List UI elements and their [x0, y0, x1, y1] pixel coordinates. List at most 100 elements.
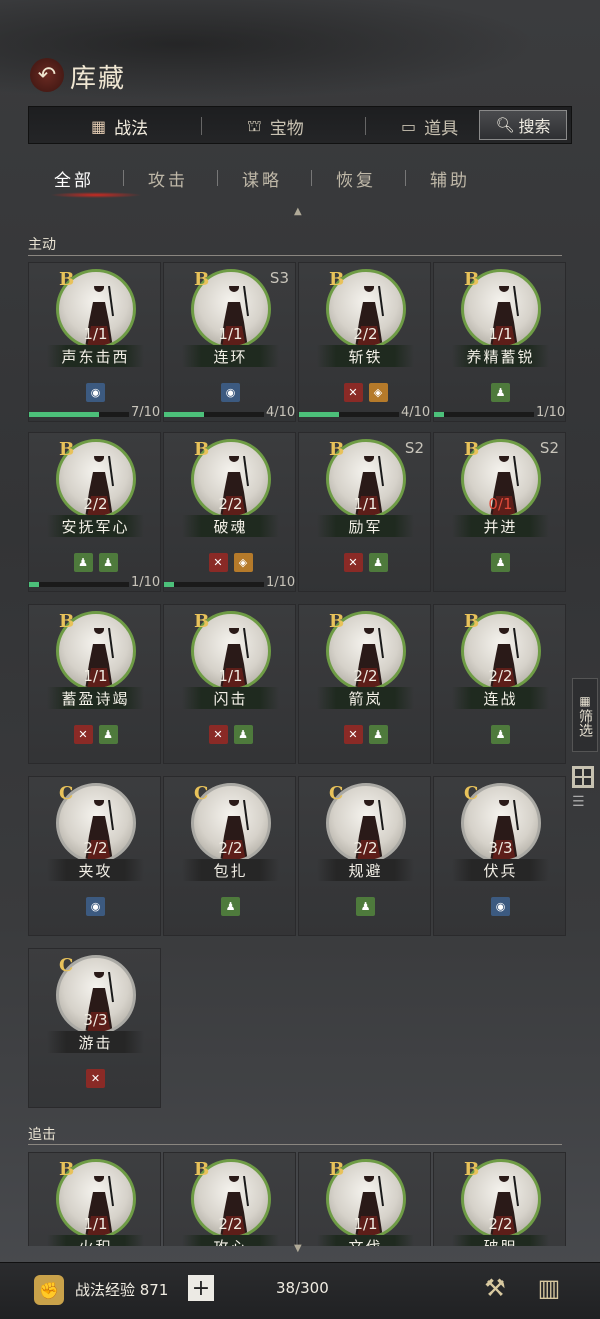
tactic-count: 2/2 — [353, 325, 378, 343]
tactics-list[interactable]: 主动 B 1/1 声东击西 ◉ 7/10 B S3 1/1 连环 ◉ 4/10 B … — [0, 222, 600, 1246]
tactic-count: 2/2 — [218, 839, 243, 857]
exp-label: 战法经验 871 — [75, 1281, 169, 1299]
tactic-name: 包扎 — [182, 859, 279, 881]
grade-badge: B — [59, 269, 75, 290]
progress-text: 1/10 — [131, 575, 161, 590]
grade-badge: B — [329, 269, 345, 290]
grade-badge: B — [464, 269, 480, 290]
tactic-card[interactable]: B 1/1 养精蓄锐 ♟ 1/10 — [433, 262, 566, 422]
tactic-card[interactable]: B S2 1/1 励军 ✕ ♟ — [298, 432, 431, 592]
tactic-card[interactable]: B S3 1/1 连环 ◉ 4/10 — [163, 262, 296, 422]
capacity-count: 38/300 — [276, 1279, 329, 1297]
season-label: S2 — [539, 439, 559, 457]
tactic-card[interactable]: B 1/1 蓄盈诗竭 ✕ ♟ — [28, 604, 161, 764]
progress-fill — [29, 412, 99, 417]
search-button[interactable]: 🔍︎ 搜索 — [479, 110, 567, 140]
tactic-name: 攻心 — [182, 1235, 279, 1246]
tactic-tags: ♟ — [164, 897, 297, 916]
tab-tactics[interactable]: ▦ 战法 — [91, 107, 148, 145]
search-label: 搜索 — [518, 117, 551, 136]
storage-icon[interactable]: ▥ — [532, 1271, 566, 1305]
tactic-count: 1/1 — [353, 495, 378, 513]
tactic-card[interactable]: C 2/2 规避 ♟ — [298, 776, 431, 936]
footer-bar: ✊ 战法经验 871 + 38/300 ⚒ ▥ — [0, 1262, 600, 1319]
tactic-tags: ◉ — [29, 383, 162, 402]
tab-treasure[interactable]: ⛫ 宝物 — [247, 107, 304, 145]
atk-tag-icon: ✕ — [343, 553, 363, 572]
grid-view-icon[interactable] — [572, 766, 594, 788]
progress-text: 4/10 — [401, 405, 431, 420]
side-panel: ▦ 筛选 ☰ — [572, 678, 598, 810]
subtab-divider — [405, 170, 406, 186]
tactic-tags: ♟ — [299, 897, 432, 916]
tactic-name: 闪击 — [182, 687, 279, 709]
green-tag-icon: ♟ — [491, 383, 510, 402]
tactic-tags: ♟ — [434, 725, 567, 744]
tactic-name: 火积 — [47, 1235, 144, 1246]
tactic-tags: ✕ ♟ — [299, 725, 432, 744]
tactic-card[interactable]: C 2/2 夹攻 ◉ — [28, 776, 161, 936]
tactic-card[interactable]: C 2/2 包扎 ♟ — [163, 776, 296, 936]
filter-button[interactable]: ▦ 筛选 — [572, 678, 598, 752]
atk-tag-icon: ✕ — [208, 553, 228, 572]
tactic-name: 声东击西 — [47, 345, 144, 367]
subtab-all[interactable]: 全部 — [54, 166, 94, 191]
tactic-card[interactable]: C 3/3 伏兵 ◉ — [433, 776, 566, 936]
tactic-card[interactable]: B 2/2 箭岚 ✕ ♟ — [298, 604, 431, 764]
tactic-count: 2/2 — [488, 1215, 513, 1233]
atk-tag-icon: ✕ — [208, 725, 228, 744]
progress-fill — [164, 582, 174, 587]
subtab-assist[interactable]: 辅助 — [430, 166, 470, 191]
grade-badge: B — [194, 269, 210, 290]
scroll-icon: ▦ — [91, 116, 107, 136]
progress-text: 1/10 — [536, 405, 566, 420]
tactic-card[interactable]: B S2 0/1 并进 ♟ — [433, 432, 566, 592]
tab-label: 宝物 — [269, 118, 304, 139]
blue-tag-icon: ◉ — [86, 897, 105, 916]
add-exp-button[interactable]: + — [188, 1275, 214, 1301]
tactic-card[interactable]: B 2/2 连战 ♟ — [433, 604, 566, 764]
grade-badge: B — [464, 439, 480, 460]
active-underline — [50, 192, 142, 198]
scroll-down-icon[interactable]: ▼ — [294, 1243, 302, 1254]
subtab-recover[interactable]: 恢复 — [336, 166, 376, 191]
tactic-count: 1/1 — [83, 1215, 108, 1233]
convert-icon[interactable]: ⚒ — [478, 1271, 512, 1305]
tactic-card[interactable]: B 2/2 破魂 ✕ ◈ 1/10 — [163, 432, 296, 592]
grade-badge: C — [464, 783, 479, 804]
tactic-card[interactable]: B 1/1 文伐 — [298, 1152, 431, 1246]
tactic-card[interactable]: B 2/2 斩铁 ✕ ◈ 4/10 — [298, 262, 431, 422]
section-label-pursuit: 追击 — [28, 1127, 56, 1143]
scroll-up-icon[interactable]: ▲ — [294, 206, 302, 217]
tactic-name: 箭岚 — [317, 687, 414, 709]
tactic-tags: ✕ ♟ — [29, 725, 162, 744]
grade-badge: B — [194, 1159, 210, 1180]
back-button[interactable]: ↶ — [30, 58, 64, 92]
tactic-card[interactable]: B 1/1 闪击 ✕ ♟ — [163, 604, 296, 764]
progress-fill — [434, 412, 444, 417]
grade-badge: C — [59, 955, 74, 976]
list-view-icon[interactable]: ☰ — [572, 794, 592, 810]
header: ↶ 库藏 — [0, 52, 600, 100]
tactic-card[interactable]: C 3/3 游击 ✕ — [28, 948, 161, 1108]
tab-divider — [201, 117, 202, 135]
tactic-name: 连战 — [452, 687, 549, 709]
tactic-card[interactable]: B 1/1 声东击西 ◉ 7/10 — [28, 262, 161, 422]
tactic-card[interactable]: B 2/2 安抚军心 ♟ ♟ 1/10 — [28, 432, 161, 592]
tactic-name: 连环 — [182, 345, 279, 367]
tactic-card[interactable]: B 1/1 火积 — [28, 1152, 161, 1246]
subtab-attack[interactable]: 攻击 — [148, 166, 188, 191]
subtab-strategy[interactable]: 谋略 — [242, 166, 282, 191]
grade-badge: C — [59, 783, 74, 804]
tactic-count: 0/1 — [488, 495, 513, 513]
tactic-tags: ✕ ◈ — [299, 383, 432, 402]
tactic-tags: ♟ — [434, 553, 567, 572]
subtab-divider — [123, 170, 124, 186]
main-tabbar: ▦ 战法 ⛫ 宝物 ▭ 道具 🔍︎ 搜索 — [28, 106, 572, 144]
subtab-divider — [311, 170, 312, 186]
grade-badge: C — [329, 783, 344, 804]
green-tag-icon: ♟ — [491, 725, 510, 744]
tab-items[interactable]: ▭ 道具 — [401, 107, 473, 145]
tactic-card[interactable]: B 2/2 攻心 — [163, 1152, 296, 1246]
tactic-card[interactable]: B 2/2 破胆 — [433, 1152, 566, 1246]
